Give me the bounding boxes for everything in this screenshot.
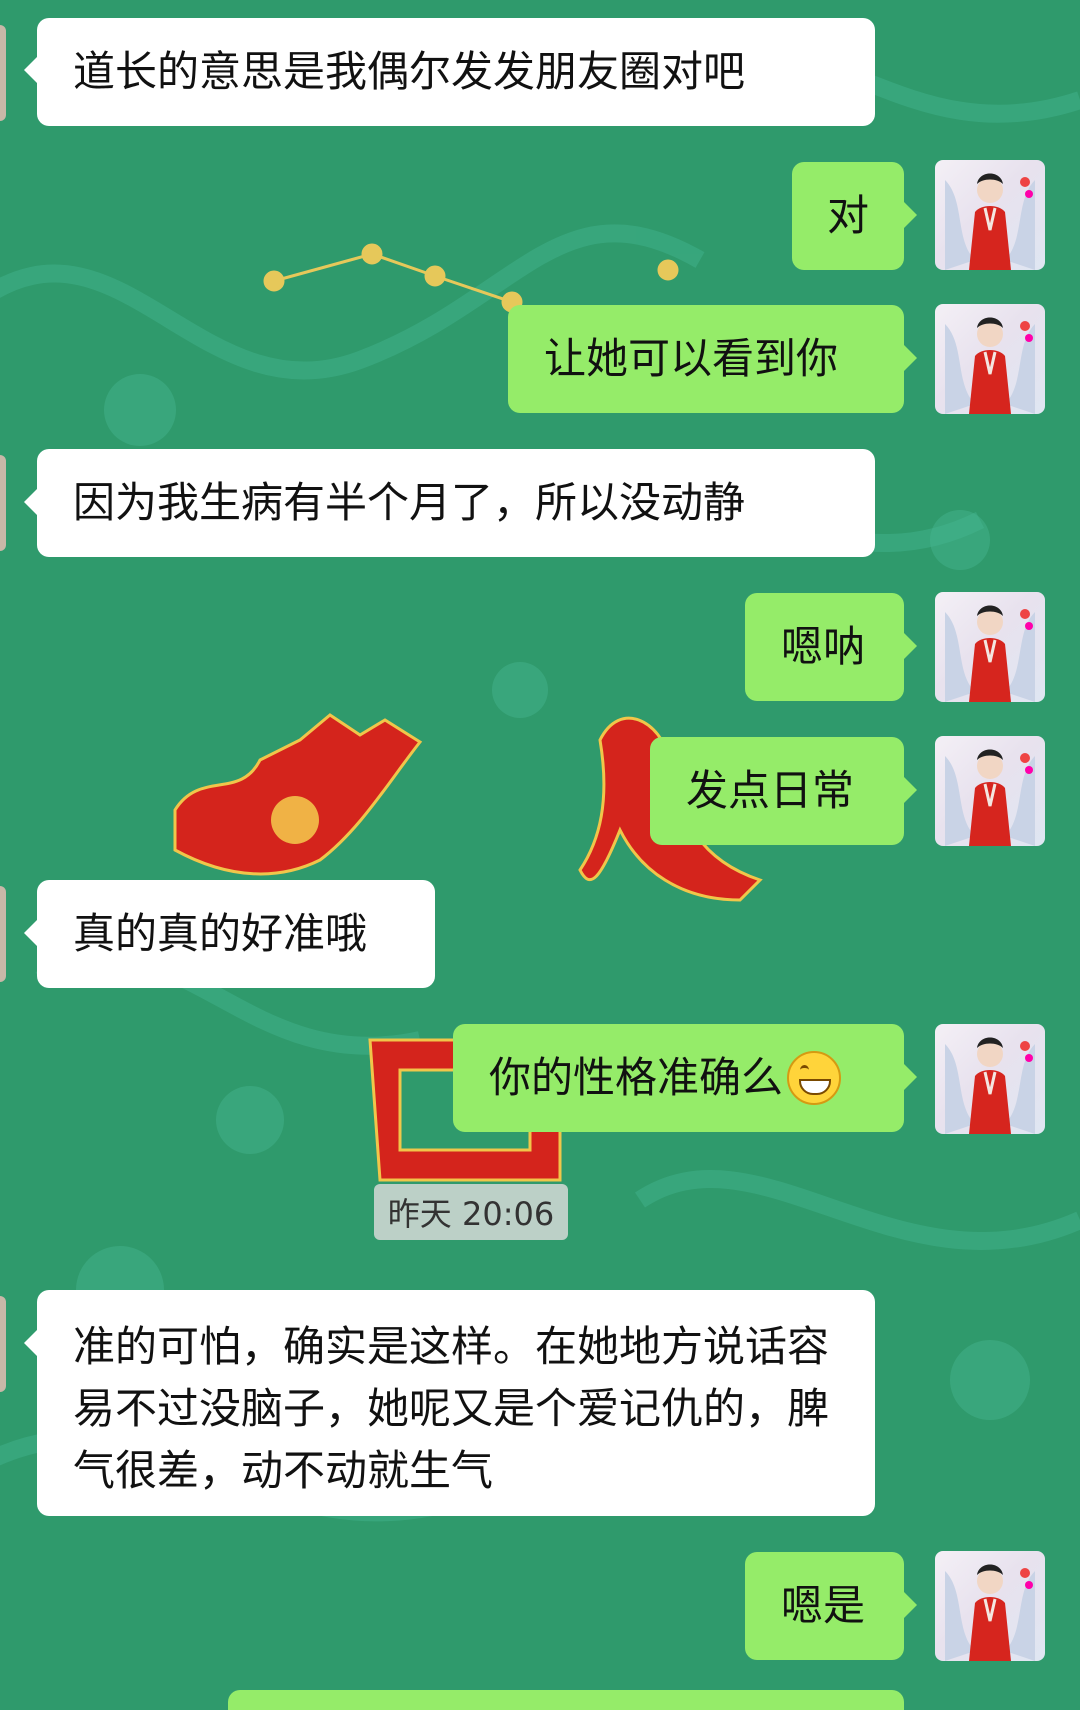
bubble-tail	[904, 777, 917, 803]
contact-avatar[interactable]	[0, 1296, 6, 1392]
message-text: 道长的意思是我偶尔发发朋友圈对吧	[73, 47, 746, 96]
my-avatar[interactable]	[935, 1024, 1045, 1134]
person-in-red-robe-icon	[945, 749, 1035, 846]
bubble-tail	[904, 1592, 917, 1618]
grinning-face-icon	[787, 1051, 842, 1105]
bubble-tail	[904, 202, 917, 228]
contact-avatar[interactable]	[0, 455, 6, 551]
contact-avatar[interactable]	[0, 25, 6, 121]
contact-avatar[interactable]	[0, 886, 6, 982]
message-text: 发点日常	[686, 766, 855, 815]
received-message-bubble[interactable]: 道长的意思是我偶尔发发朋友圈对吧	[37, 18, 875, 126]
person-in-red-robe-icon	[945, 1564, 1035, 1661]
sent-message-bubble[interactable]: 对	[792, 162, 904, 270]
received-message-bubble[interactable]: 真的真的好准哦	[37, 880, 435, 988]
bubble-tail	[904, 345, 917, 371]
bubble-tail	[904, 1064, 917, 1090]
bubble-tail	[24, 489, 37, 515]
message-timestamp: 昨天 20:06	[374, 1184, 568, 1240]
message-text: 你的性格准确么	[489, 1053, 784, 1102]
sent-message-bubble[interactable]: 让她可以看到你	[508, 305, 904, 413]
person-in-red-robe-icon	[945, 173, 1035, 270]
my-avatar[interactable]	[935, 304, 1045, 414]
bubble-tail	[904, 633, 917, 659]
message-text: 嗯是	[781, 1581, 866, 1630]
person-in-red-robe-icon	[945, 605, 1035, 702]
bubble-tail	[24, 920, 37, 946]
message-text: 因为我生病有半个月了，所以没动静	[73, 478, 746, 527]
person-in-red-robe-icon	[945, 1037, 1035, 1134]
bubble-tail	[24, 1330, 37, 1356]
sent-message-bubble[interactable]: 嗯是	[745, 1552, 904, 1660]
message-text: 嗯呐	[781, 622, 866, 671]
my-avatar[interactable]	[935, 592, 1045, 702]
person-in-red-robe-icon	[945, 317, 1035, 414]
sent-message-bubble-partial[interactable]	[228, 1690, 904, 1710]
sent-message-bubble[interactable]: 发点日常	[650, 737, 904, 845]
my-avatar[interactable]	[935, 1551, 1045, 1661]
bubble-tail	[24, 57, 37, 83]
my-avatar[interactable]	[935, 160, 1045, 270]
message-text: 让她可以看到你	[544, 334, 839, 383]
message-text: 准的可怕，确实是这样。在她地方说话容易不过没脑子，她呢又是个爱记仇的，脾气很差，…	[73, 1322, 830, 1495]
message-text: 真的真的好准哦	[73, 909, 368, 958]
sent-message-bubble[interactable]: 嗯呐	[745, 593, 904, 701]
received-message-bubble[interactable]: 准的可怕，确实是这样。在她地方说话容易不过没脑子，她呢又是个爱记仇的，脾气很差，…	[37, 1290, 875, 1516]
received-message-bubble[interactable]: 因为我生病有半个月了，所以没动静	[37, 449, 875, 557]
sent-message-bubble[interactable]: 你的性格准确么	[453, 1024, 904, 1132]
message-text: 对	[826, 191, 869, 240]
my-avatar[interactable]	[935, 736, 1045, 846]
